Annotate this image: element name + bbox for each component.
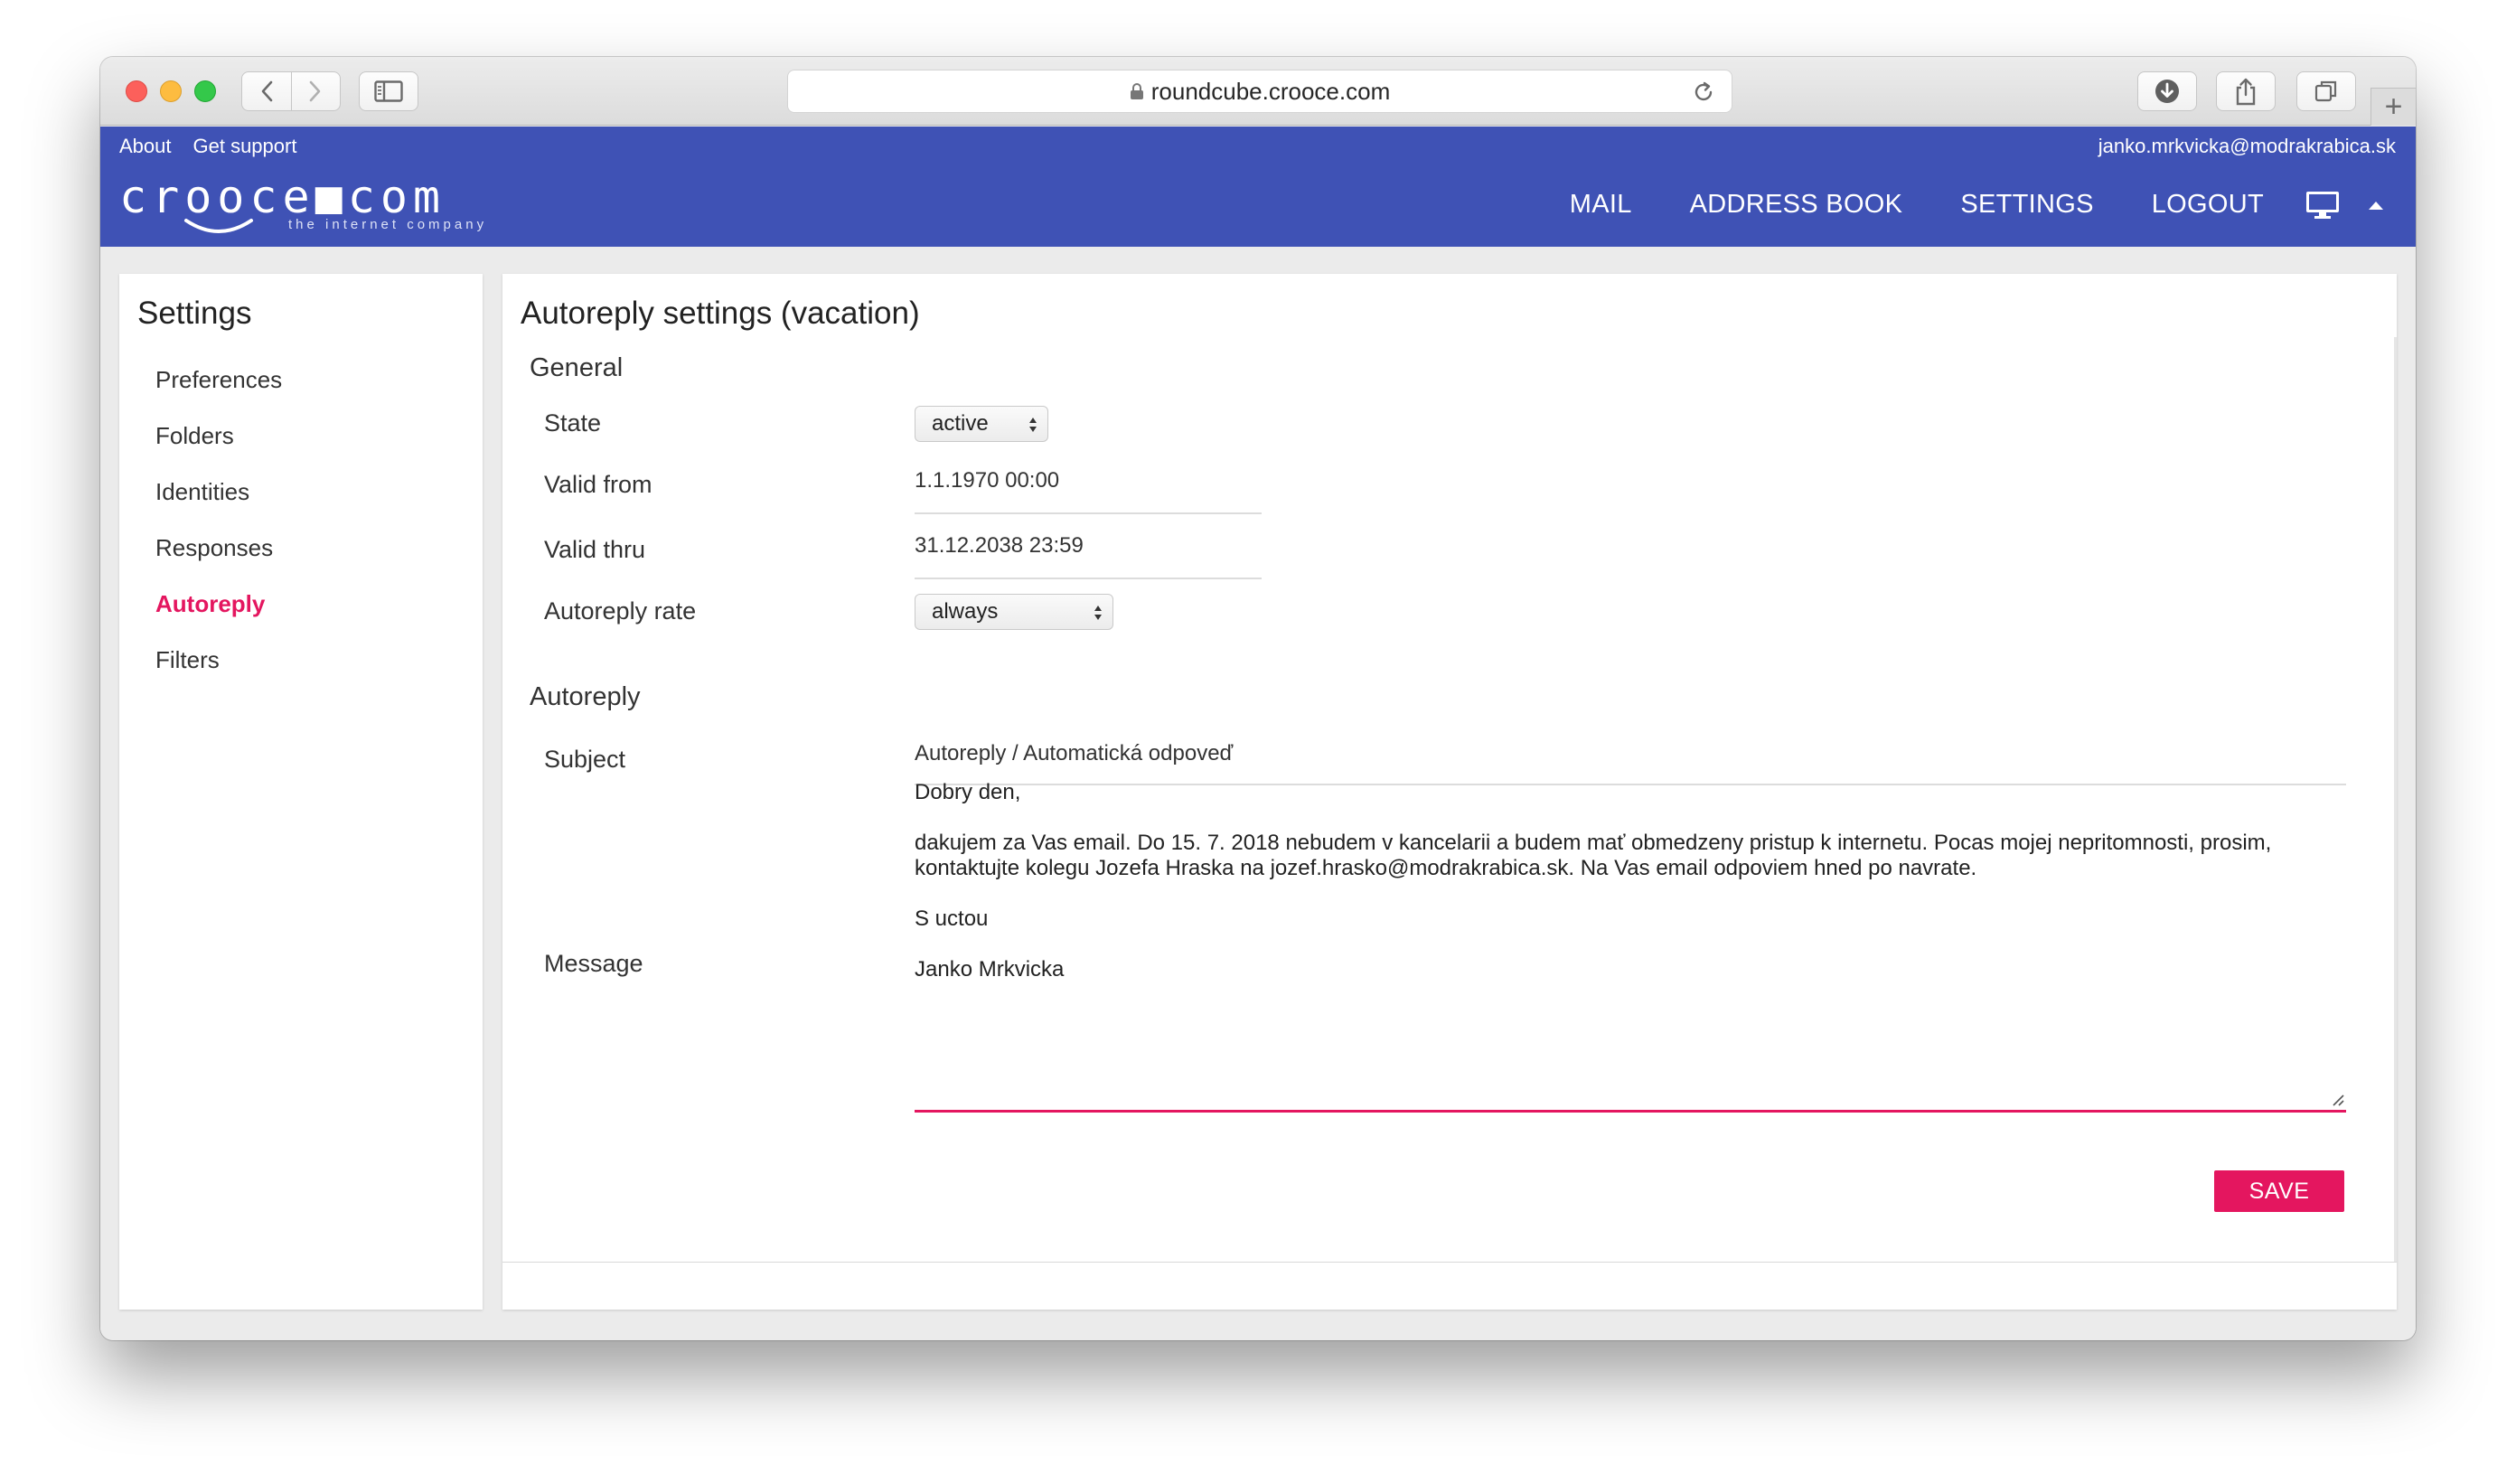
collapse-header-button[interactable] xyxy=(2367,200,2385,211)
sidebar-item-preferences[interactable]: Preferences xyxy=(155,366,282,422)
zoom-window-button[interactable] xyxy=(194,80,216,102)
valid-thru-label: Valid thru xyxy=(544,536,646,563)
share-button[interactable] xyxy=(2216,71,2276,111)
message-label: Message xyxy=(544,950,643,977)
valid-thru-input[interactable]: 31.12.2038 23:59 xyxy=(915,532,1262,579)
message-line: dakujem za Vas email. Do 15. 7. 2018 neb… xyxy=(915,831,2272,880)
top-navigation: MAIL ADDRESS BOOK SETTINGS LOGOUT xyxy=(1512,190,2385,220)
valid-from-label: Valid from xyxy=(544,471,652,498)
subject-label: Subject xyxy=(544,746,626,773)
about-link[interactable]: About xyxy=(119,135,172,158)
crooce-logo[interactable]: crooce■com the internet company xyxy=(119,170,499,237)
download-icon xyxy=(2155,80,2179,103)
scroll-track xyxy=(2394,337,2397,1262)
valid-from-input[interactable]: 1.1.1970 00:00 xyxy=(915,467,1262,514)
sidebar-title: Settings xyxy=(137,296,252,331)
get-support-link[interactable]: Get support xyxy=(193,135,297,158)
tabs-icon xyxy=(2314,80,2337,102)
settings-sidebar: Settings Preferences Folders Identities … xyxy=(119,274,483,1310)
reload-button[interactable] xyxy=(1692,80,1715,109)
history-nav xyxy=(241,71,341,111)
message-line: Janko Mrkvicka xyxy=(915,957,1065,982)
nav-settings[interactable]: SETTINGS xyxy=(1960,190,2093,220)
subject-input[interactable]: Autoreply / Automatická odpoveď xyxy=(915,740,2346,785)
caret-up-icon xyxy=(2369,201,2383,210)
close-window-button[interactable] xyxy=(126,80,147,102)
nav-logout[interactable]: LOGOUT xyxy=(2152,190,2264,220)
chevron-left-icon xyxy=(261,80,273,102)
url-text: roundcube.crooce.com xyxy=(1150,77,1391,105)
browser-window: roundcube.crooce.com + About Get support… xyxy=(100,57,2416,1340)
app-header: About Get support janko.mrkvicka@modrakr… xyxy=(100,127,2416,247)
smile-icon xyxy=(184,219,253,233)
message-line: S uctou xyxy=(915,906,989,931)
browser-titlebar: roundcube.crooce.com + xyxy=(100,57,2416,126)
nav-mail[interactable]: MAIL xyxy=(1570,190,1632,220)
new-tab-button[interactable]: + xyxy=(2370,88,2416,126)
sidebar-item-autoreply[interactable]: Autoreply xyxy=(155,590,282,646)
resize-handle-icon[interactable] xyxy=(2330,1092,2344,1106)
lock-icon xyxy=(1130,83,1143,99)
state-select-value: active xyxy=(932,411,989,436)
chevron-right-icon xyxy=(309,80,321,102)
panel-footer-divider xyxy=(502,1262,2397,1263)
address-bar[interactable]: roundcube.crooce.com xyxy=(787,70,1732,113)
state-select[interactable]: active xyxy=(915,406,1048,442)
top-links: About Get support xyxy=(119,135,296,158)
logo-tagline: the internet company xyxy=(288,217,488,232)
autoreply-heading: Autoreply xyxy=(530,682,641,711)
share-icon xyxy=(2236,78,2256,106)
logo-wordmark: crooce■com xyxy=(119,171,446,223)
downloads-button[interactable] xyxy=(2137,71,2197,111)
content-area: Settings Preferences Folders Identities … xyxy=(100,247,2416,1340)
user-email: janko.mrkvicka@modrakrabica.sk xyxy=(2098,135,2396,157)
autoreply-rate-value: always xyxy=(932,599,999,624)
sidebar-item-filters[interactable]: Filters xyxy=(155,646,282,702)
autoreply-panel: Autoreply settings (vacation) General St… xyxy=(502,274,2397,1310)
monitor-icon xyxy=(2306,191,2339,219)
reload-icon xyxy=(1695,81,1713,101)
sidebar-item-responses[interactable]: Responses xyxy=(155,534,282,590)
message-line: Dobry den, xyxy=(915,780,1021,804)
select-arrows-icon xyxy=(1094,606,1102,620)
message-textarea[interactable]: Dobry den, dakujem za Vas email. Do 15. … xyxy=(915,780,2346,1113)
sidebar-item-identities[interactable]: Identities xyxy=(155,478,282,534)
select-arrows-icon xyxy=(1029,418,1037,432)
page-title: Autoreply settings (vacation) xyxy=(521,296,920,331)
sidebar-icon xyxy=(374,80,403,102)
tabs-overview-button[interactable] xyxy=(2296,71,2356,111)
back-button[interactable] xyxy=(242,72,291,110)
minimize-window-button[interactable] xyxy=(160,80,182,102)
sidebar-toggle-button[interactable] xyxy=(359,71,418,111)
autoreply-rate-select[interactable]: always xyxy=(915,594,1113,630)
settings-menu: Preferences Folders Identities Responses… xyxy=(155,366,282,702)
sidebar-item-folders[interactable]: Folders xyxy=(155,422,282,478)
general-heading: General xyxy=(530,353,624,382)
nav-address-book[interactable]: ADDRESS BOOK xyxy=(1690,190,1903,220)
layout-toggle-button[interactable] xyxy=(2305,191,2340,220)
forward-button[interactable] xyxy=(290,72,341,110)
state-label: State xyxy=(544,409,602,437)
autoreply-rate-label: Autoreply rate xyxy=(544,597,697,625)
save-button[interactable]: SAVE xyxy=(2214,1170,2344,1212)
